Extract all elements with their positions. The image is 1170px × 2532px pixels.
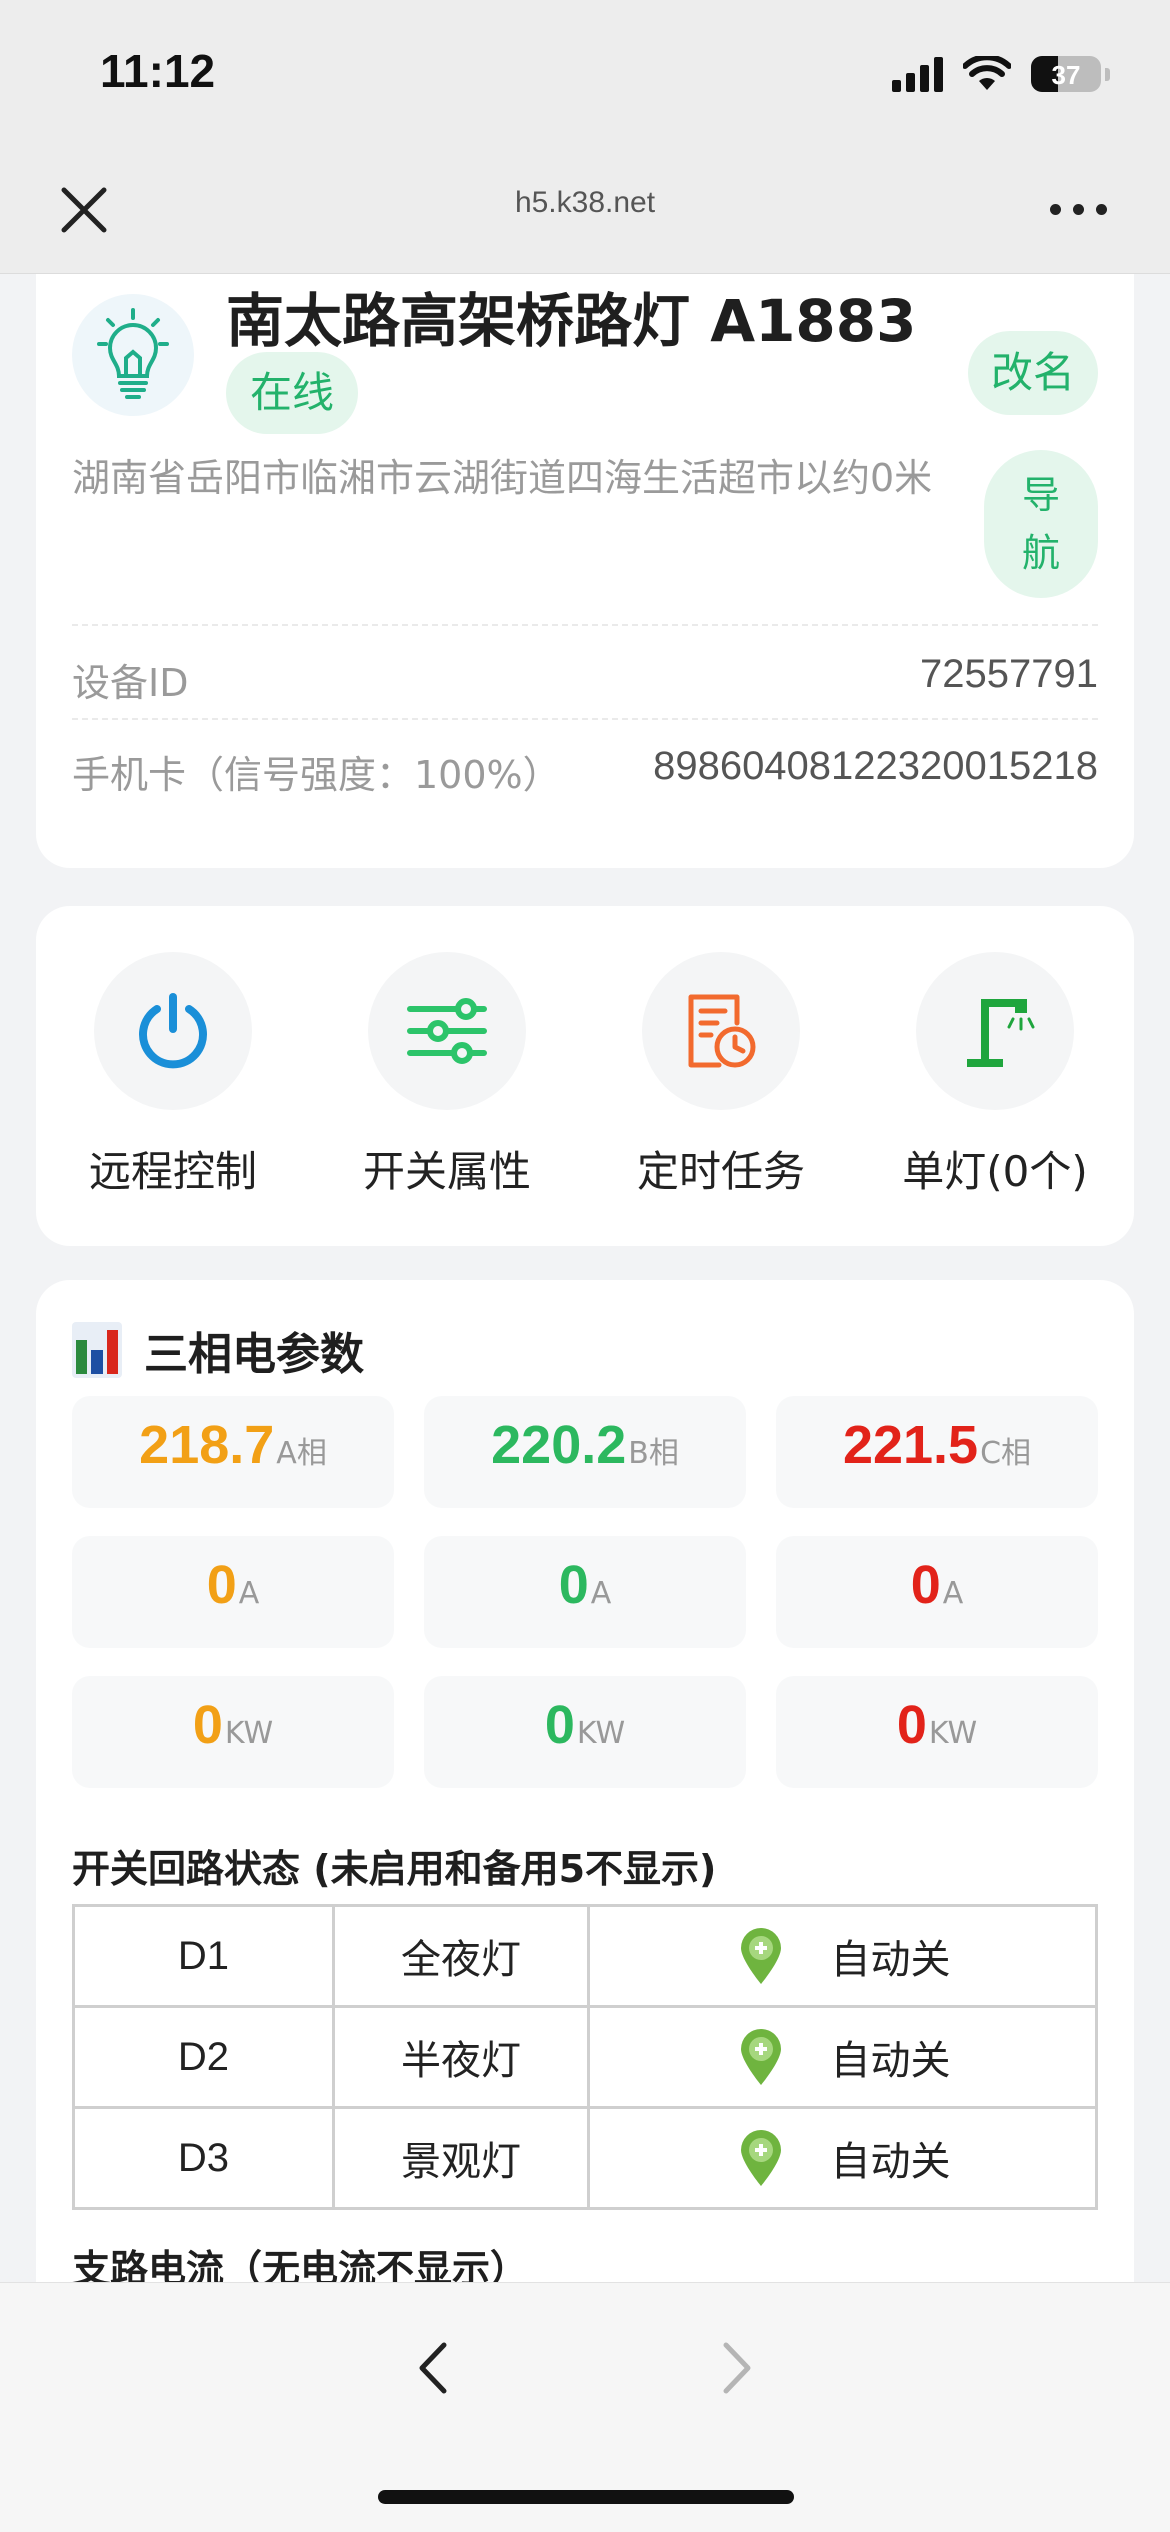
navigate-button[interactable]: 导 航 (984, 450, 1098, 598)
schedule-icon (642, 952, 800, 1110)
current-unit: A (942, 1576, 964, 1611)
page-url: h5.k38.net (514, 186, 656, 219)
remote-control-button[interactable]: 远程控制 (36, 952, 310, 1199)
device-info-card: 南太路高架桥路灯 A1883 在线 改名 湖南省岳阳市临湘市云湖街道四海生活超市… (36, 274, 1134, 868)
power-cell-a: 0 KW (72, 1676, 394, 1788)
loop-id: D3 (72, 2106, 335, 2210)
three-phase-params-card: 三相电参数 218.7 A相 220.2 B相 221.5 C相 0 A 0 A… (36, 1280, 1134, 2282)
table-row: D2 半夜灯 自动关 (72, 2005, 1098, 2109)
current-value: 0 (558, 1555, 589, 1615)
phase-unit: A相 (276, 1436, 327, 1471)
cellular-signal-icon (892, 56, 943, 92)
power-unit: KW (224, 1716, 274, 1751)
voltage-value: 221.5 (842, 1415, 979, 1475)
home-indicator[interactable] (378, 2490, 794, 2504)
loop-state: 自动关 (830, 2139, 951, 2185)
status-icons: 37 (892, 52, 1110, 96)
current-cell-b: 0 A (424, 1536, 746, 1648)
sim-card-label: 手机卡（信号强度：100%） (72, 753, 561, 797)
function-label: 远程控制 (88, 1147, 257, 1196)
status-time: 11:12 (100, 45, 216, 97)
loop-state: 自动关 (830, 2038, 951, 2084)
loop-id: D1 (72, 1904, 335, 2008)
function-label: 开关属性 (362, 1147, 531, 1196)
power-unit: KW (928, 1716, 978, 1751)
online-status-badge: 在线 (226, 352, 359, 434)
loop-name: 半夜灯 (332, 2005, 590, 2109)
rename-button[interactable]: 改名 (968, 331, 1098, 415)
branch-current-title: 支路电流（无电流不显示） (72, 2247, 529, 2282)
loop-state-cell: 自动关 (587, 2005, 1098, 2109)
battery-level: 37 (1051, 60, 1081, 90)
page-content[interactable]: 南太路高架桥路灯 A1883 在线 改名 湖南省岳阳市临湘市云湖街道四海生活超市… (0, 274, 1170, 2282)
single-lights-button[interactable]: 单灯(0个) (858, 952, 1132, 1199)
device-id-label: 设备ID (72, 661, 189, 705)
divider (72, 718, 1098, 720)
device-address: 湖南省岳阳市临湘市云湖街道四海生活超市以约0米 (72, 456, 933, 500)
current-value: 0 (910, 1555, 941, 1615)
more-options-icon[interactable] (1050, 194, 1114, 224)
navigate-label-2: 航 (1021, 531, 1060, 575)
status-bar: 11:12 37 (0, 0, 1170, 150)
switch-properties-button[interactable]: 开关属性 (310, 952, 584, 1199)
current-cell-c: 0 A (776, 1536, 1098, 1648)
power-value: 0 (192, 1695, 223, 1755)
current-cell-a: 0 A (72, 1536, 394, 1648)
lightbulb-icon (72, 294, 194, 416)
function-card: 远程控制 开关属性 定时任务 单灯(0个) (36, 906, 1134, 1246)
map-pin-icon (740, 2130, 781, 2186)
loop-state-cell: 自动关 (587, 2106, 1098, 2210)
power-unit: KW (576, 1716, 626, 1751)
phase-unit: C相 (980, 1436, 1032, 1471)
phase-unit: B相 (628, 1436, 679, 1471)
device-id-value: 72557791 (920, 652, 1098, 696)
loop-state-cell: 自动关 (587, 1904, 1098, 2008)
device-name: 南太路高架桥路灯 A1883 (226, 287, 917, 355)
sim-card-value: 89860408122320015218 (653, 744, 1098, 788)
function-label: 定时任务 (636, 1147, 805, 1196)
params-header: 三相电参数 (72, 1318, 364, 1382)
power-cell-b: 0 KW (424, 1676, 746, 1788)
navigate-label-1: 导 (1021, 473, 1060, 517)
browser-toolbar: h5.k38.net (0, 150, 1170, 274)
sim-card-row: 手机卡（信号强度：100%） 89860408122320015218 (72, 744, 1098, 804)
bar-chart-icon (72, 1322, 122, 1378)
power-value: 0 (896, 1695, 927, 1755)
loop-id: D2 (72, 2005, 335, 2109)
wifi-icon (963, 56, 1011, 90)
voltage-cell-b: 220.2 B相 (424, 1396, 746, 1508)
sliders-icon (368, 952, 526, 1110)
streetlight-icon (916, 952, 1074, 1110)
loop-state: 自动关 (830, 1937, 951, 1983)
current-unit: A (590, 1576, 612, 1611)
back-arrow-icon[interactable] (400, 2333, 470, 2403)
power-cell-c: 0 KW (776, 1676, 1098, 1788)
table-row: D1 全夜灯 自动关 (72, 1904, 1098, 2008)
forward-arrow-icon[interactable] (700, 2333, 770, 2403)
switch-loop-title: 开关回路状态 (未启用和备用5不显示) (72, 1847, 717, 1891)
scheduled-tasks-button[interactable]: 定时任务 (584, 952, 858, 1199)
switch-loop-table: D1 全夜灯 自动关 D2 半夜灯 自动关 D3 景观灯 自动关 (72, 1904, 1098, 2210)
device-id-row: 设备ID 72557791 (72, 652, 1098, 712)
params-title: 三相电参数 (144, 1329, 364, 1380)
voltage-cell-a: 218.7 A相 (72, 1396, 394, 1508)
current-value: 0 (206, 1555, 237, 1615)
voltage-cell-c: 221.5 C相 (776, 1396, 1098, 1508)
map-pin-icon (740, 1928, 781, 1984)
power-value: 0 (544, 1695, 575, 1755)
map-pin-icon (740, 2029, 781, 2085)
voltage-value: 220.2 (491, 1415, 627, 1475)
table-row: D3 景观灯 自动关 (72, 2106, 1098, 2210)
loop-name: 景观灯 (332, 2106, 590, 2210)
voltage-value: 218.7 (139, 1415, 275, 1475)
power-icon (94, 952, 252, 1110)
loop-name: 全夜灯 (332, 1904, 590, 2008)
battery-tip (1105, 67, 1110, 81)
divider (72, 624, 1098, 626)
battery-icon: 37 (1031, 56, 1101, 92)
function-label: 单灯(0个) (902, 1147, 1088, 1196)
current-unit: A (238, 1576, 260, 1611)
